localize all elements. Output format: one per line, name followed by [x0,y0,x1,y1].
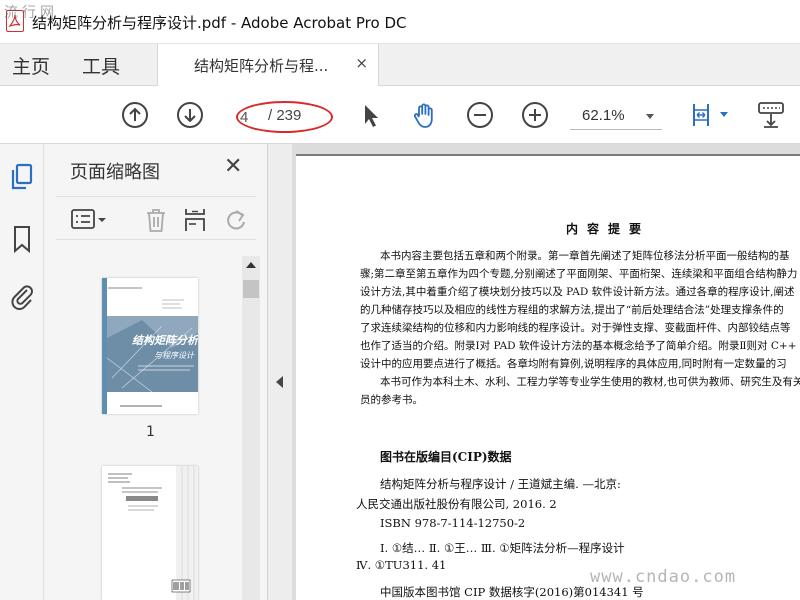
book-cover-image: 结构矩阵分析 与程序设计 [102,278,198,414]
read-mode-button[interactable] [756,100,786,130]
scroll-up-icon[interactable] [246,262,256,268]
arrow-up-circle-icon [122,102,148,128]
panel-title: 页面缩略图 [70,162,160,183]
abstract-line: 设计中的应用要点进行了概括。各章均附有算例,说明程序的具体应用,同时附有一定数量… [360,358,787,370]
fit-page-button[interactable] [686,100,716,130]
abstract-line: 骤;第二章至第五章作为四个专题,分别阐述了平面刚架、平面桁架、连续梁和平面组合结… [360,268,798,280]
zoom-dropdown[interactable]: 62.1% [570,104,662,130]
abstract-line: 本书可作为本科土木、水利、工程力学等专业学生使用的教材,也可供为教师、研究生及有… [380,376,800,388]
page-preview-image [102,466,198,600]
zoom-out-button[interactable] [465,100,495,130]
cip-line: 结构矩阵分析与程序设计 / 王道斌主编. —北京: [380,477,621,491]
delete-page-icon[interactable] [142,207,170,233]
select-tool-button[interactable] [356,100,386,130]
abstract-line: 本书内容主要包括五章和两个附录。第一章首先阐述了矩阵位移法分析平面一般结构的基 [380,250,790,262]
pdf-page: 内容提要 本书内容主要包括五章和两个附录。第一章首先阐述了矩阵位移法分析平面一般… [296,154,800,600]
thumbnail-toolbar [56,196,256,240]
thumbnails-panel: 页面缩略图 ✕ 结构矩阵分析 与程序设计 1 [44,144,268,600]
thumbnail-scrollbar[interactable] [242,256,260,600]
abstract-line: 员的参考书。 [360,394,423,406]
keyboard-download-icon [758,102,784,128]
page-number-input[interactable] [240,106,258,128]
toolbar: / 239 62.1% [0,86,800,144]
svg-text:与程序设计: 与程序设计 [154,351,195,360]
chevron-down-icon[interactable] [720,112,728,117]
zoom-in-button[interactable] [520,100,550,130]
fit-width-icon [693,104,709,126]
options-menu-icon[interactable] [70,207,106,233]
hand-tool-button[interactable] [410,100,440,130]
abstract-line: 也作了适当的介绍。附录Ⅰ对 PAD 软件设计方法的基本概念给予了简单介绍。附录Ⅱ… [360,340,797,352]
previous-page-button[interactable] [120,100,150,130]
hand-icon [413,103,433,128]
tab-bar: 主页 工具 结构矩阵分析与程... × [0,44,800,87]
page-total: / 239 [268,107,302,124]
arrow-down-circle-icon [177,102,203,128]
cip-line: Ⅰ. ①结… Ⅱ. ①王… Ⅲ. ①矩阵法分析—程序设计 [380,541,625,555]
rotate-page-icon[interactable] [222,207,250,233]
window-title: 结构矩阵分析与程序设计.pdf - Adobe Acrobat Pro DC [32,14,407,32]
document-view[interactable]: 内容提要 本书内容主要包括五章和两个附录。第一章首先阐述了矩阵位移法分析平面一般… [292,144,800,600]
watermark-text: www.cndao.com [590,567,737,587]
close-tab-icon[interactable]: × [355,54,368,72]
cip-line: ISBN 978-7-114-12750-2 [380,516,526,530]
cursor-arrow-icon [365,105,378,127]
page-thumbnail-2[interactable] [102,466,198,600]
page-navigation: / 239 [238,106,330,128]
left-navigation-rail [0,144,44,600]
panel-splitter[interactable] [268,144,292,600]
attachment-icon[interactable] [8,280,36,310]
chevron-down-icon [646,114,654,119]
bookmark-icon[interactable] [8,224,36,254]
cip-heading: 图书在版编目(CIP)数据 [380,450,512,464]
abstract-title: 内容提要 [566,222,651,236]
abstract-line: 的几种储存技巧以及相应的线性方程组的求解方法,提出了“前后处理结合法”处理支撑条… [360,304,784,316]
tab-document[interactable]: 结构矩阵分析与程... × [157,44,379,87]
page-thumbnails-icon[interactable] [8,162,36,192]
cip-line: Ⅳ. ①TU311. 41 [356,558,447,572]
insert-page-icon[interactable] [182,207,210,233]
tab-tools[interactable]: 工具 [82,52,120,79]
thumbnail-page-number: 1 [146,424,155,440]
close-panel-icon[interactable]: ✕ [224,154,242,179]
scrollbar-thumb[interactable] [243,280,259,298]
zoom-value: 62.1% [582,107,625,124]
plus-circle-icon [522,102,548,128]
minus-circle-icon [467,102,493,128]
tab-home[interactable]: 主页 [12,52,50,79]
next-page-button[interactable] [175,100,205,130]
page-thumbnail-1[interactable]: 结构矩阵分析 与程序设计 [102,278,198,414]
cip-line: 人民交通出版社股份有限公司, 2016. 2 [356,497,557,511]
svg-text:结构矩阵分析: 结构矩阵分析 [132,334,198,347]
collapse-panel-icon[interactable] [276,376,283,388]
abstract-line: 了求连续梁结构的位移和内力影响线的程序设计。对于弹性支撑、变截面杆件、内部铰结点… [360,322,791,334]
title-bar: 流行网 结构矩阵分析与程序设计.pdf - Adobe Acrobat Pro … [0,0,800,44]
document-tab-label: 结构矩阵分析与程... [194,57,329,75]
abstract-line: 设计方法,其中着重介绍了模块划分技巧以及 PAD 软件设计新方法。通过各章的程序… [360,286,795,298]
